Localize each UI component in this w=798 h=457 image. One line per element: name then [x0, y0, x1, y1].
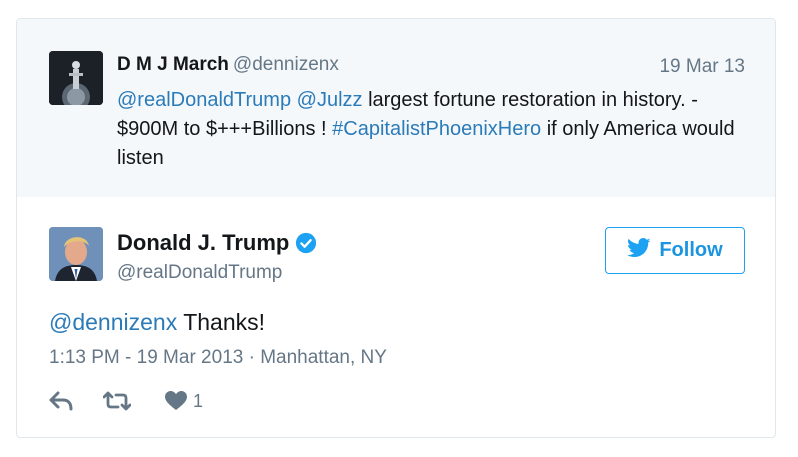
mention-link[interactable]: @realDonaldTrump [117, 89, 291, 111]
retweet-icon [103, 391, 131, 411]
mention-link[interactable]: @dennizenx [49, 309, 177, 335]
tweet-actions: 1 [49, 389, 203, 413]
quoted-avatar[interactable] [49, 51, 103, 105]
quoted-header: D M J March @dennizenx [117, 54, 339, 76]
tweet-text: @dennizenx Thanks! [49, 309, 265, 336]
follow-button-label: Follow [659, 239, 723, 261]
quoted-handle[interactable]: @dennizenx [233, 54, 339, 75]
quoted-tweet[interactable]: D M J March @dennizenx 19 Mar 13 @realDon… [17, 19, 775, 197]
twitter-bird-icon [627, 237, 651, 264]
quoted-display-name[interactable]: D M J March [117, 54, 229, 75]
like-count: 1 [193, 390, 204, 411]
follow-button[interactable]: Follow [605, 227, 745, 274]
tweet-timestamp-location[interactable]: 1:13 PM - 19 Mar 2013 · Manhattan, NY [49, 347, 387, 369]
portrait-avatar-image [49, 227, 103, 281]
author-name-row: Donald J. Trump [117, 230, 317, 256]
author-avatar[interactable] [49, 227, 103, 281]
reply-icon [49, 391, 73, 411]
tweet-body: Thanks! [177, 309, 266, 335]
heart-icon [165, 391, 187, 411]
mention-link[interactable]: @Julzz [297, 89, 363, 111]
author-display-name[interactable]: Donald J. Trump [117, 230, 289, 255]
statue-avatar-image [49, 51, 103, 105]
reply-button[interactable] [49, 391, 73, 411]
author-handle[interactable]: @realDonaldTrump [117, 262, 282, 284]
quoted-text: @realDonaldTrump @Julzz largest fortune … [117, 86, 757, 173]
verified-badge-icon [295, 232, 317, 254]
hashtag-link[interactable]: #CapitalistPhoenixHero [332, 118, 541, 140]
like-button[interactable]: 1 [165, 391, 203, 412]
quoted-date[interactable]: 19 Mar 13 [659, 56, 745, 78]
retweet-button[interactable] [103, 391, 131, 411]
embedded-tweet-card: D M J March @dennizenx 19 Mar 13 @realDon… [16, 18, 776, 438]
